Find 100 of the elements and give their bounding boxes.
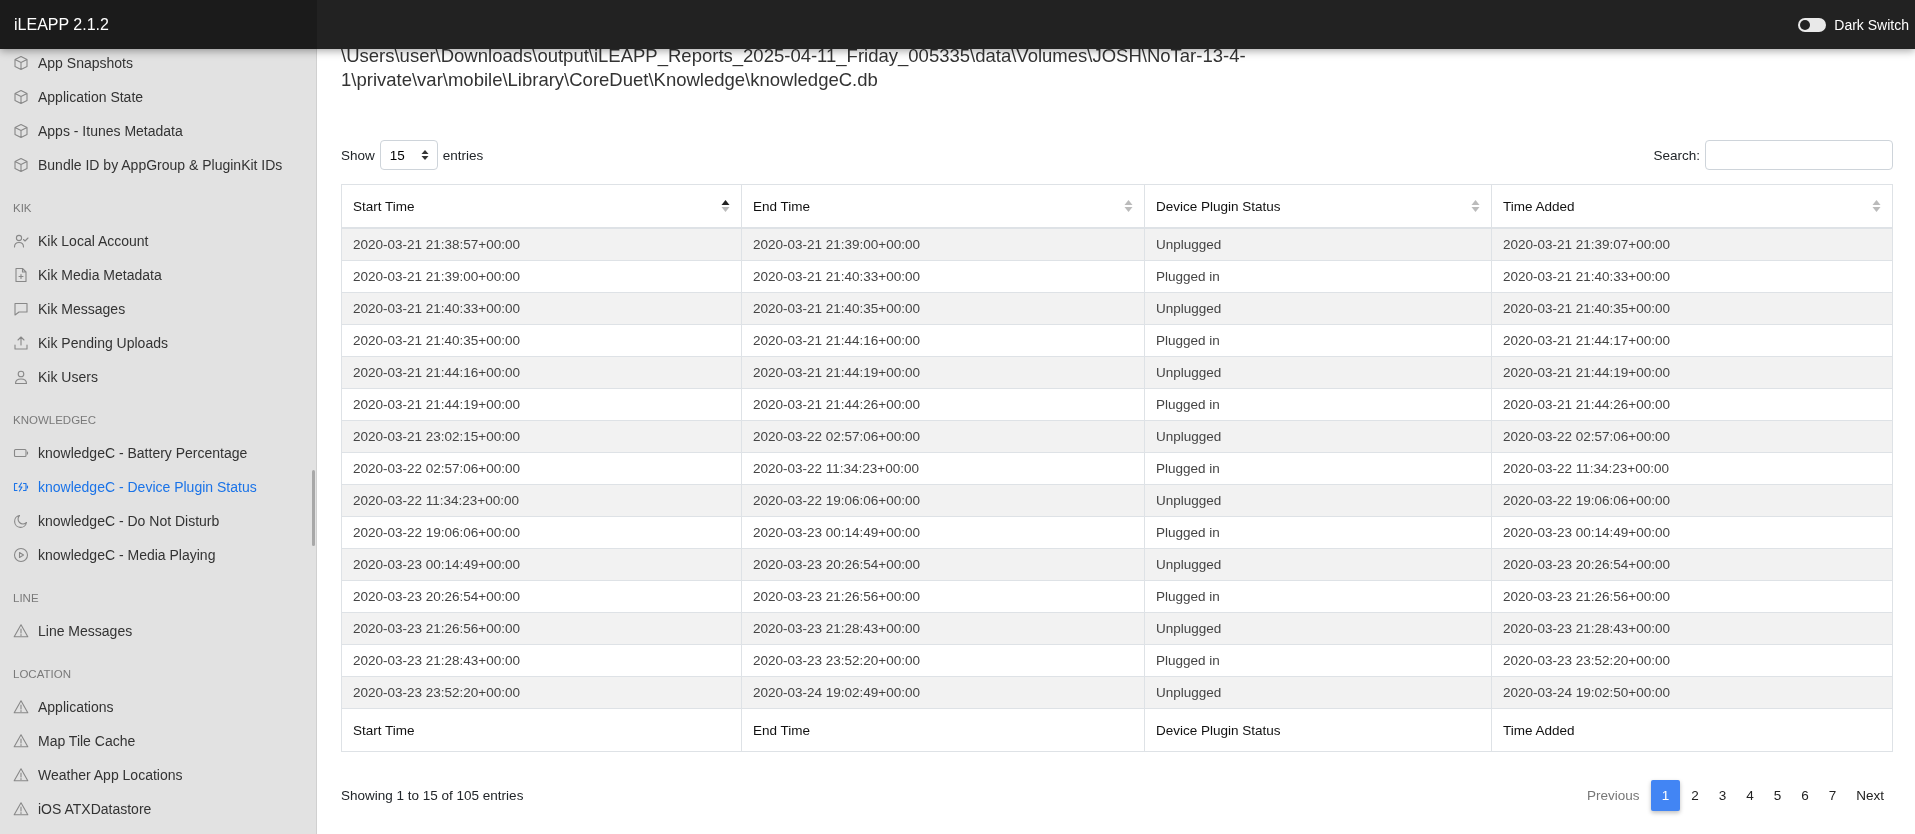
table-cell: 2020-03-21 21:40:35+00:00 bbox=[1491, 292, 1893, 325]
table-cell: 2020-03-23 20:26:54+00:00 bbox=[1491, 548, 1893, 581]
table-cell: 2020-03-21 21:44:16+00:00 bbox=[341, 356, 742, 389]
sidebar-item[interactable]: knowledgeC - Device Plugin Status bbox=[0, 470, 308, 504]
sidebar-item[interactable]: Line Messages bbox=[0, 614, 308, 648]
play-icon bbox=[13, 547, 29, 563]
table-cell: Unplugged bbox=[1144, 420, 1492, 453]
table-cell: 2020-03-22 19:06:06+00:00 bbox=[741, 484, 1145, 517]
message-icon bbox=[13, 301, 29, 317]
table-cell: Unplugged bbox=[1144, 292, 1492, 325]
table-cell: 2020-03-22 11:34:23+00:00 bbox=[341, 484, 742, 517]
show-label: Show bbox=[341, 147, 375, 163]
search-field[interactable] bbox=[1705, 140, 1893, 170]
sidebar-item[interactable]: Kik Messages bbox=[0, 292, 308, 326]
table-cell: 2020-03-23 23:52:20+00:00 bbox=[1491, 644, 1893, 677]
table-cell: Plugged in bbox=[1144, 324, 1492, 357]
page-button[interactable]: 3 bbox=[1709, 780, 1736, 811]
warning-icon bbox=[13, 623, 29, 639]
battery-charging-icon bbox=[13, 479, 29, 495]
page-button[interactable]: 4 bbox=[1737, 780, 1763, 811]
sidebar-item[interactable]: knowledgeC - Do Not Disturb bbox=[0, 504, 308, 538]
table-cell: 2020-03-22 11:34:23+00:00 bbox=[741, 452, 1145, 485]
table-cell: 2020-03-24 19:02:50+00:00 bbox=[1491, 676, 1893, 709]
entries-info: Showing 1 to 15 of 105 entries bbox=[341, 788, 524, 803]
next-button[interactable]: Next bbox=[1847, 780, 1893, 811]
table-cell: 2020-03-21 21:44:16+00:00 bbox=[741, 324, 1145, 357]
table-cell: Plugged in bbox=[1144, 580, 1492, 613]
page-button[interactable]: 2 bbox=[1682, 780, 1708, 811]
table-cell: Plugged in bbox=[1144, 452, 1492, 485]
cube-icon bbox=[13, 157, 29, 173]
table-cell: 2020-03-23 21:26:56+00:00 bbox=[741, 580, 1145, 613]
table-cell: Plugged in bbox=[1144, 644, 1492, 677]
table-cell: 2020-03-23 21:26:56+00:00 bbox=[1491, 580, 1893, 613]
sidebar-item[interactable]: knowledgeC - Media Playing bbox=[0, 538, 308, 572]
page-button[interactable]: 1 bbox=[1650, 780, 1681, 811]
page-size-select[interactable]: 15 bbox=[379, 140, 438, 170]
table-cell: 2020-03-22 02:57:06+00:00 bbox=[1491, 420, 1893, 453]
sidebar-item[interactable]: Weather App Locations bbox=[0, 758, 308, 792]
user-icon bbox=[13, 369, 29, 385]
file-plus-icon bbox=[13, 267, 29, 283]
sidebar-item[interactable]: Bundle ID by AppGroup & PluginKit IDs bbox=[0, 148, 308, 182]
table-cell: 2020-03-23 21:28:43+00:00 bbox=[341, 644, 742, 677]
table-cell: 2020-03-23 21:26:56+00:00 bbox=[341, 612, 742, 645]
sidebar-item[interactable]: Kik Pending Uploads bbox=[0, 326, 308, 360]
page-button[interactable]: 6 bbox=[1792, 780, 1818, 811]
dark-mode-switch[interactable]: Dark Switch bbox=[1792, 0, 1915, 49]
table-cell: 2020-03-21 21:38:57+00:00 bbox=[341, 228, 742, 261]
table-cell: Unplugged bbox=[1144, 548, 1492, 581]
cube-icon bbox=[13, 55, 29, 71]
table-cell: 2020-03-23 21:28:43+00:00 bbox=[1491, 612, 1893, 645]
section-heading: LOCATION bbox=[12, 667, 72, 682]
table-cell: 2020-03-21 21:39:00+00:00 bbox=[741, 228, 1145, 261]
search-label: Search: bbox=[1653, 147, 1700, 163]
warning-icon bbox=[13, 801, 29, 817]
toggle-switch[interactable] bbox=[1798, 17, 1827, 32]
sidebar-item[interactable]: Apps - Itunes Metadata bbox=[0, 114, 308, 148]
column-footer: Start Time bbox=[341, 708, 742, 752]
page-button[interactable]: 5 bbox=[1764, 780, 1791, 811]
sidebar-item[interactable]: Application State bbox=[0, 80, 308, 114]
table-cell: 2020-03-23 00:14:49+00:00 bbox=[341, 548, 742, 581]
file-path: \Users\user\Downloads\output\iLEAPP_Reports_2025-04-11_Friday_005335\data\Volumes\JOSH\NoTar-13-4- 1\private\var\mobile\Library\CoreDuet\Knowledge\knowledgeC.db bbox=[341, 44, 1246, 92]
table-cell: 2020-03-22 19:06:06+00:00 bbox=[1491, 484, 1893, 517]
column-footer: Device Plugin Status bbox=[1144, 708, 1492, 752]
cube-icon bbox=[13, 89, 29, 105]
table-cell: 2020-03-21 21:40:35+00:00 bbox=[741, 292, 1145, 325]
sidebar-item[interactable]: App Snapshots bbox=[0, 46, 308, 80]
sidebar-item[interactable]: Kik Users bbox=[0, 360, 308, 394]
table-cell: 2020-03-22 19:06:06+00:00 bbox=[341, 516, 742, 549]
table-cell: 2020-03-21 21:39:07+00:00 bbox=[1491, 228, 1893, 261]
sort-icon[interactable] bbox=[721, 199, 730, 213]
section-heading: KNOWLEDGEC bbox=[12, 413, 98, 428]
table-cell: 2020-03-23 20:26:54+00:00 bbox=[341, 580, 742, 613]
table-cell: 2020-03-22 02:57:06+00:00 bbox=[741, 420, 1145, 453]
sidebar-item[interactable]: knowledgeC - Battery Percentage bbox=[0, 436, 308, 470]
page-button[interactable]: 7 bbox=[1819, 780, 1846, 811]
scrollbar-thumb[interactable] bbox=[312, 470, 315, 546]
table-cell: 2020-03-23 00:14:49+00:00 bbox=[741, 516, 1145, 549]
sidebar-item[interactable]: Kik Local Account bbox=[0, 224, 308, 258]
table-cell: 2020-03-23 00:14:49+00:00 bbox=[1491, 516, 1893, 549]
table-cell: Plugged in bbox=[1144, 516, 1492, 549]
sidebar-item[interactable]: Applications bbox=[0, 690, 308, 724]
table-cell: Plugged in bbox=[1144, 260, 1492, 293]
table-cell: 2020-03-21 21:44:19+00:00 bbox=[741, 356, 1145, 389]
table-cell: Plugged in bbox=[1144, 388, 1492, 421]
table-cell: 2020-03-23 23:52:20+00:00 bbox=[341, 676, 742, 709]
table-cell: 2020-03-21 21:40:33+00:00 bbox=[1491, 260, 1893, 293]
sidebar-item[interactable]: Map Tile Cache bbox=[0, 724, 308, 758]
table-cell: Unplugged bbox=[1144, 612, 1492, 645]
table-cell: 2020-03-23 20:26:54+00:00 bbox=[741, 548, 1145, 581]
table-cell: 2020-03-21 21:44:19+00:00 bbox=[341, 388, 742, 421]
sidebar-item[interactable]: iOS ATXDatastore bbox=[0, 792, 308, 826]
warning-icon bbox=[13, 767, 29, 783]
section-heading: LINE bbox=[12, 591, 40, 606]
table-cell: Unplugged bbox=[1144, 356, 1492, 389]
table-cell: 2020-03-21 21:40:35+00:00 bbox=[341, 324, 742, 357]
table-cell: 2020-03-23 23:52:20+00:00 bbox=[741, 644, 1145, 677]
table-cell: 2020-03-24 19:02:49+00:00 bbox=[741, 676, 1145, 709]
sidebar-item[interactable]: Kik Media Metadata bbox=[0, 258, 308, 292]
table-cell: 2020-03-21 21:44:19+00:00 bbox=[1491, 356, 1893, 389]
moon-icon bbox=[13, 513, 29, 529]
